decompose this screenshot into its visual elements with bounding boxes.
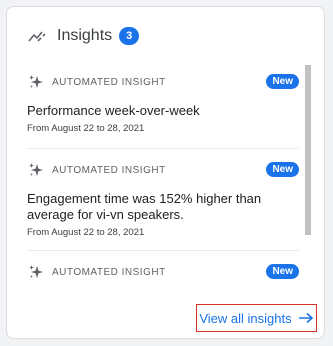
view-all-label: View all insights <box>199 310 292 326</box>
sparkle-icon <box>29 265 43 278</box>
insight-header: AUTOMATED INSIGHT New <box>27 161 299 179</box>
insight-item[interactable]: AUTOMATED INSIGHT New Performance week-o… <box>27 61 299 149</box>
view-all-insights-button[interactable]: View all insights <box>196 304 317 332</box>
sparkle-icon <box>29 75 43 88</box>
new-badge: New <box>266 74 299 89</box>
insight-title: Engagement time was 152% higher than ave… <box>27 191 262 222</box>
new-badge: New <box>266 162 299 177</box>
insights-header: Insights 3 <box>27 25 140 47</box>
insight-header: AUTOMATED INSIGHT New <box>27 263 299 281</box>
insights-title: Insights <box>57 27 113 44</box>
sparkle-icon <box>29 163 43 176</box>
insight-type-label: AUTOMATED INSIGHT <box>52 266 166 278</box>
insight-type-label: AUTOMATED INSIGHT <box>52 76 166 88</box>
scrollbar-track[interactable] <box>305 65 311 235</box>
insight-title: Performance week-over-week <box>27 103 200 118</box>
scrollbar-thumb[interactable] <box>305 65 311 235</box>
insight-header: AUTOMATED INSIGHT New <box>27 73 299 91</box>
insights-card: Insights 3 AUTOMATED INSIGHT New Perform… <box>6 6 325 339</box>
insight-date: From August 22 to 28, 2021 <box>27 227 145 238</box>
trending-icon <box>28 31 46 42</box>
insight-date: From August 22 to 28, 2021 <box>27 123 145 134</box>
insight-item[interactable]: AUTOMATED INSIGHT New <box>27 251 299 285</box>
arrow-right-icon <box>298 312 313 324</box>
insight-item[interactable]: AUTOMATED INSIGHT New Engagement time wa… <box>27 149 299 251</box>
new-badge: New <box>266 264 299 279</box>
insights-list[interactable]: AUTOMATED INSIGHT New Performance week-o… <box>27 61 299 285</box>
insights-count-badge: 3 <box>119 27 140 45</box>
insight-type-label: AUTOMATED INSIGHT <box>52 164 166 176</box>
